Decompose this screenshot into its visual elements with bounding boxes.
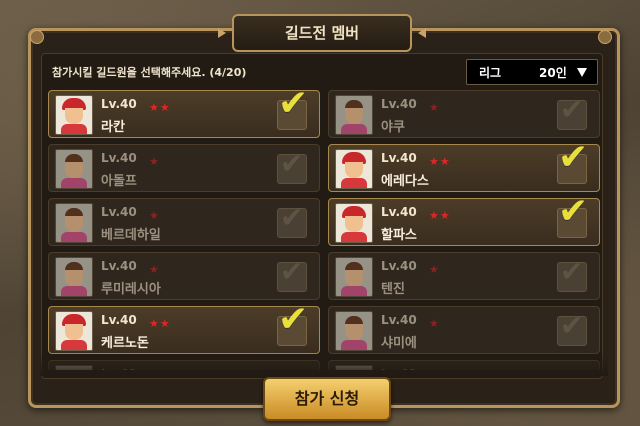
member-checkbox[interactable]: ✔	[557, 194, 588, 238]
panel-corner-rivet	[30, 30, 44, 44]
checkmark-icon: ✔	[280, 147, 304, 180]
star-icon: ★	[429, 317, 439, 330]
member-name: 루미레시아	[101, 282, 161, 297]
member-name: 샤미에	[381, 336, 417, 351]
member-checkbox[interactable]: ✔	[557, 309, 587, 346]
member-checkbox[interactable]: ✔	[557, 255, 587, 292]
member-checkbox[interactable]: ✔	[557, 140, 588, 184]
star-icon: ★	[149, 101, 159, 114]
member-card[interactable]: Lv.40 ★★ 할파스 ✔	[328, 194, 600, 246]
member-card[interactable]: Lv.40 ★ 베르데하일 ✔	[48, 198, 320, 246]
checkmark-icon: ✔	[560, 255, 584, 288]
checkmark-icon: ✔	[280, 201, 304, 234]
member-rank-stars: ★	[149, 150, 160, 169]
member-avatar	[335, 203, 373, 243]
member-rank-stars: ★	[149, 258, 160, 277]
title-left-ornament	[218, 28, 226, 38]
member-rank-stars: ★★	[429, 204, 451, 223]
member-card[interactable]: Lv.40 ★★ 케르노돈 ✔	[48, 302, 320, 354]
checkmark-icon: ✔	[280, 255, 304, 288]
member-name: 케르노돈	[101, 336, 149, 351]
member-name: 텐진	[381, 282, 405, 297]
member-name: 에레다스	[381, 174, 429, 189]
member-level: Lv.40	[381, 313, 417, 327]
member-level: Lv.40	[101, 259, 137, 273]
member-name: 할파스	[381, 228, 417, 243]
member-list[interactable]: Lv.40 ★★ 라칸 ✔ Lv.40 ★ 야쿠 ✔ Lv.40 ★ 아돌프 ✔ Lv.40 ★★ 에레다스…	[48, 90, 600, 370]
member-rank-stars: ★	[429, 258, 440, 277]
member-name: 야쿠	[381, 120, 405, 135]
league-label: 리그	[479, 66, 502, 80]
member-name: 아돌프	[101, 174, 137, 189]
member-rank-stars: ★	[429, 96, 440, 115]
panel-corner-rivet	[598, 30, 612, 44]
member-checkbox[interactable]: ✔	[277, 201, 307, 238]
star-icon: ★	[149, 209, 159, 222]
member-avatar	[55, 311, 93, 351]
star-icon: ★	[159, 317, 170, 330]
instruction-text: 참가시킬 길드원을 선택해주세요. (4/20)	[52, 66, 247, 79]
member-checkbox[interactable]: ✔	[557, 93, 587, 130]
star-icon: ★	[429, 263, 439, 276]
member-level: Lv.40	[381, 151, 417, 165]
member-name: 라칸	[101, 120, 125, 135]
list-fade	[40, 352, 608, 376]
member-rank-stars: ★★	[429, 150, 451, 169]
member-avatar	[335, 311, 373, 351]
member-level: Lv.40	[101, 97, 137, 111]
member-level: Lv.40	[381, 97, 417, 111]
checkmark-icon: ✔	[558, 191, 589, 232]
star-icon: ★	[439, 155, 450, 168]
title-right-ornament	[418, 28, 426, 38]
star-icon: ★	[149, 317, 159, 330]
member-name: 베르데하일	[101, 228, 161, 243]
member-checkbox[interactable]: ✔	[277, 90, 308, 130]
member-card[interactable]: Lv.40 ★ 야쿠 ✔	[328, 90, 600, 138]
star-icon: ★	[159, 101, 170, 114]
member-card[interactable]: Lv.40 ★ 샤미에 ✔	[328, 306, 600, 354]
checkmark-icon: ✔	[560, 309, 584, 342]
member-rank-stars: ★★	[149, 312, 171, 331]
member-card[interactable]: Lv.40 ★ 아돌프 ✔	[48, 144, 320, 192]
join-request-button[interactable]: 참가 신청	[263, 377, 391, 421]
panel-title: 길드전 멤버	[218, 14, 426, 52]
star-icon: ★	[149, 263, 159, 276]
star-icon: ★	[439, 209, 450, 222]
star-icon: ★	[429, 101, 439, 114]
member-level: Lv.40	[101, 151, 137, 165]
member-rank-stars: ★★	[149, 96, 171, 115]
member-level: Lv.40	[381, 259, 417, 273]
checkmark-icon: ✔	[278, 299, 309, 340]
panel-title-text: 길드전 멤버	[284, 24, 360, 42]
member-rank-stars: ★	[149, 204, 160, 223]
league-value: 20인	[539, 66, 567, 80]
member-card[interactable]: Lv.40 ★ 텐진 ✔	[328, 252, 600, 300]
checkmark-icon: ✔	[560, 93, 584, 126]
member-card[interactable]: Lv.40 ★★ 라칸 ✔	[48, 90, 320, 138]
member-checkbox[interactable]: ✔	[277, 147, 307, 184]
league-dropdown[interactable]: 리그 20인	[466, 59, 598, 85]
dropdown-arrow-icon	[577, 68, 587, 77]
member-avatar	[55, 257, 93, 297]
member-checkbox[interactable]: ✔	[277, 302, 308, 346]
member-level: Lv.40	[101, 205, 137, 219]
member-level: Lv.40	[101, 313, 137, 327]
checkmark-icon: ✔	[558, 137, 589, 178]
member-level: Lv.40	[381, 205, 417, 219]
star-icon: ★	[149, 155, 159, 168]
member-avatar	[55, 203, 93, 243]
member-avatar	[335, 95, 373, 135]
checkmark-icon: ✔	[278, 90, 309, 124]
member-card[interactable]: Lv.40 ★★ 에레다스 ✔	[328, 140, 600, 192]
member-card[interactable]: Lv.40 ★ 루미레시아 ✔	[48, 252, 320, 300]
member-avatar	[335, 149, 373, 189]
star-icon: ★	[429, 209, 439, 222]
member-checkbox[interactable]: ✔	[277, 255, 307, 292]
star-icon: ★	[429, 155, 439, 168]
member-avatar	[55, 95, 93, 135]
member-avatar	[55, 149, 93, 189]
member-avatar	[335, 257, 373, 297]
member-rank-stars: ★	[429, 312, 440, 331]
